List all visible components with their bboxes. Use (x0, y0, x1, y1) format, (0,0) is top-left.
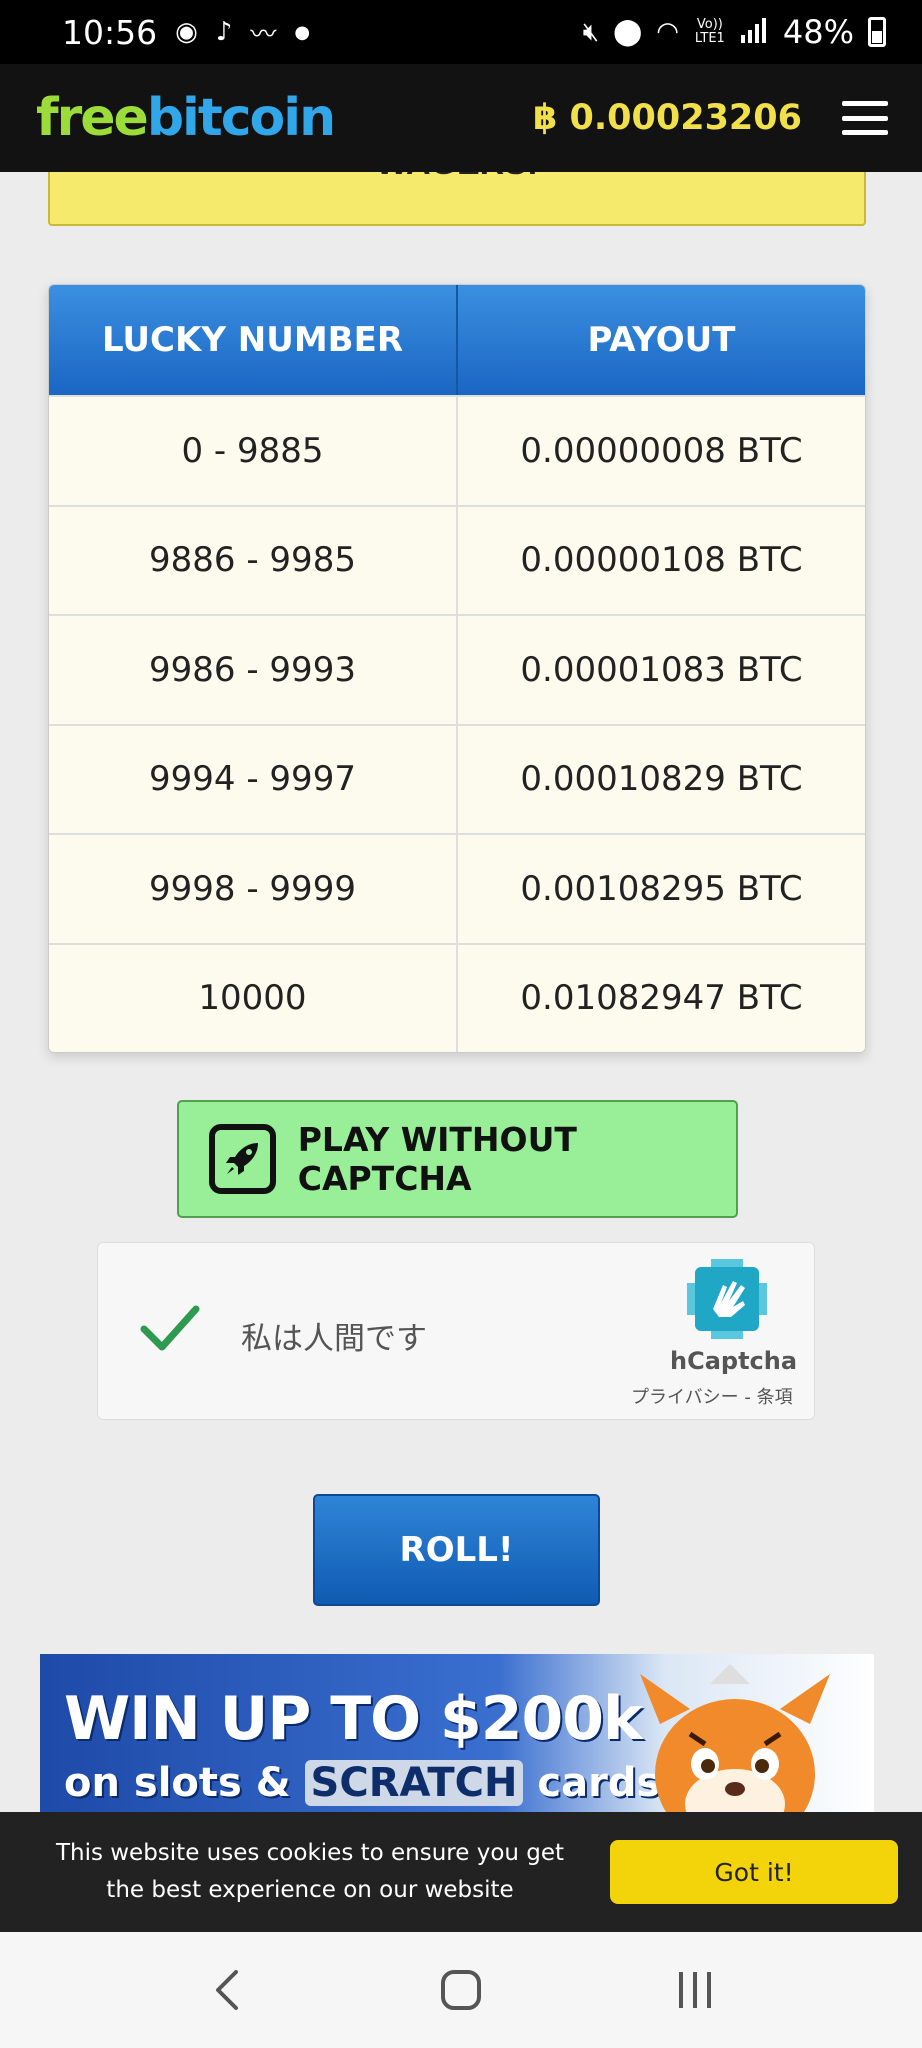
table-row: 9998 - 9999 0.00108295 BTC (49, 833, 865, 943)
payout-cell: 0.01082947 BTC (520, 978, 803, 1019)
system-navigation-bar (0, 1932, 922, 2048)
rocket-icon (209, 1124, 276, 1194)
mascot-icon (620, 1664, 850, 1812)
promo-subline: on slots & SCRATCH cards (64, 1760, 660, 1806)
payout-cell: 0.00000008 BTC (520, 430, 803, 471)
payout-table: LUCKY NUMBER PAYOUT 0 - 9885 0.00000008 … (48, 284, 866, 1053)
checkmark-icon[interactable] (140, 1303, 200, 1358)
wager-banner-text: WAGERS! (376, 172, 538, 182)
payout-cell: 0.00001083 BTC (520, 649, 803, 690)
payout-cell: 0.00010829 BTC (520, 759, 803, 800)
status-left: 10:56 ◉ ♪ 〰 ● (62, 13, 310, 52)
header-right: ฿ 0.00023206 (533, 98, 888, 138)
hcaptcha-logo-icon (687, 1259, 767, 1344)
lucky-number-cell: 9994 - 9997 (49, 725, 458, 833)
app-icon: 〰 (250, 19, 277, 50)
dot-icon: ● (294, 21, 311, 43)
promo-headline: WIN UP TO $200k (64, 1684, 643, 1754)
payout-cell: 0.00000108 BTC (520, 540, 803, 581)
status-bar: 10:56 ◉ ♪ 〰 ● 🔇︎ ⬤ ◠ Vo)) LTE1 48% (0, 0, 922, 64)
hcaptcha-widget[interactable]: 私は人間です hCaptcha プライバシー - 条項 (97, 1242, 815, 1420)
roll-label: ROLL! (399, 1530, 514, 1570)
balance: ฿ 0.00023206 (532, 98, 802, 138)
header-lucky-number: LUCKY NUMBER (49, 285, 458, 395)
play-without-captcha-button[interactable]: PLAY WITHOUT CAPTCHA (177, 1100, 738, 1218)
wager-banner: WAGERS! (48, 172, 866, 226)
signal-icon (740, 13, 769, 51)
promo-subline-pre: on slots & (64, 1760, 305, 1806)
battery-icon (868, 17, 886, 47)
lucky-number-cell: 9886 - 9985 (49, 506, 458, 614)
header-payout: PAYOUT (587, 320, 736, 360)
home-icon[interactable] (421, 1955, 501, 2025)
location-icon: ⬤ (613, 17, 643, 47)
promo-scratch: SCRATCH (304, 1760, 524, 1806)
logo-free: free (36, 88, 149, 148)
back-icon[interactable] (187, 1955, 267, 2025)
roll-button[interactable]: ROLL! (313, 1494, 600, 1606)
clock: 10:56 (62, 12, 158, 52)
lte-label: Vo)) LTE1 (694, 17, 725, 46)
table-header: LUCKY NUMBER PAYOUT (49, 285, 865, 395)
privacy-terms-link[interactable]: プライバシー - 条項 (631, 1383, 793, 1409)
cookie-accept-button[interactable]: Got it! (610, 1840, 898, 1904)
cookie-banner: This website uses cookies to ensure you … (0, 1812, 922, 1932)
hcaptcha-brand: hCaptcha (670, 1347, 798, 1375)
status-right: 🔇︎ ⬤ ◠ Vo)) LTE1 48% (583, 13, 886, 51)
main-content: WAGERS! LUCKY NUMBER PAYOUT 0 - 9885 0.0… (0, 172, 922, 1812)
cookie-accept-label: Got it! (714, 1857, 794, 1887)
battery-percent: 48% (782, 13, 854, 51)
lucky-number-cell: 10000 (49, 944, 458, 1052)
captcha-label: 私は人間です (241, 1321, 427, 1357)
logo-bitcoin: bitcoin (146, 88, 336, 148)
table-row: 9986 - 9993 0.00001083 BTC (49, 614, 865, 724)
recents-icon[interactable] (655, 1955, 735, 2025)
cookie-text: This website uses cookies to ensure you … (55, 1840, 565, 1903)
eye-icon: ◉ (175, 17, 198, 47)
tiktok-icon: ♪ (215, 17, 233, 47)
lucky-number-cell: 0 - 9885 (49, 397, 458, 505)
mute-icon: 🔇︎ (582, 16, 600, 47)
lucky-number-cell: 9986 - 9993 (49, 616, 458, 724)
wifi-icon: ◠ (656, 17, 679, 47)
table-row: 9994 - 9997 0.00010829 BTC (49, 723, 865, 833)
freebitcoin-logo[interactable]: freebitcoin (36, 88, 336, 148)
menu-icon[interactable] (842, 101, 888, 135)
lucky-number-cell: 9998 - 9999 (49, 835, 458, 943)
payout-cell: 0.00108295 BTC (520, 868, 803, 909)
table-row: 10000 0.01082947 BTC (49, 942, 865, 1052)
play-without-captcha-label: PLAY WITHOUT CAPTCHA (297, 1120, 577, 1198)
table-row: 9886 - 9985 0.00000108 BTC (49, 504, 865, 614)
site-header: freebitcoin ฿ 0.00023206 (0, 64, 922, 172)
promo-banner[interactable]: WIN UP TO $200k on slots & SCRATCH cards (40, 1654, 874, 1812)
table-row: 0 - 9885 0.00000008 BTC (49, 395, 865, 505)
